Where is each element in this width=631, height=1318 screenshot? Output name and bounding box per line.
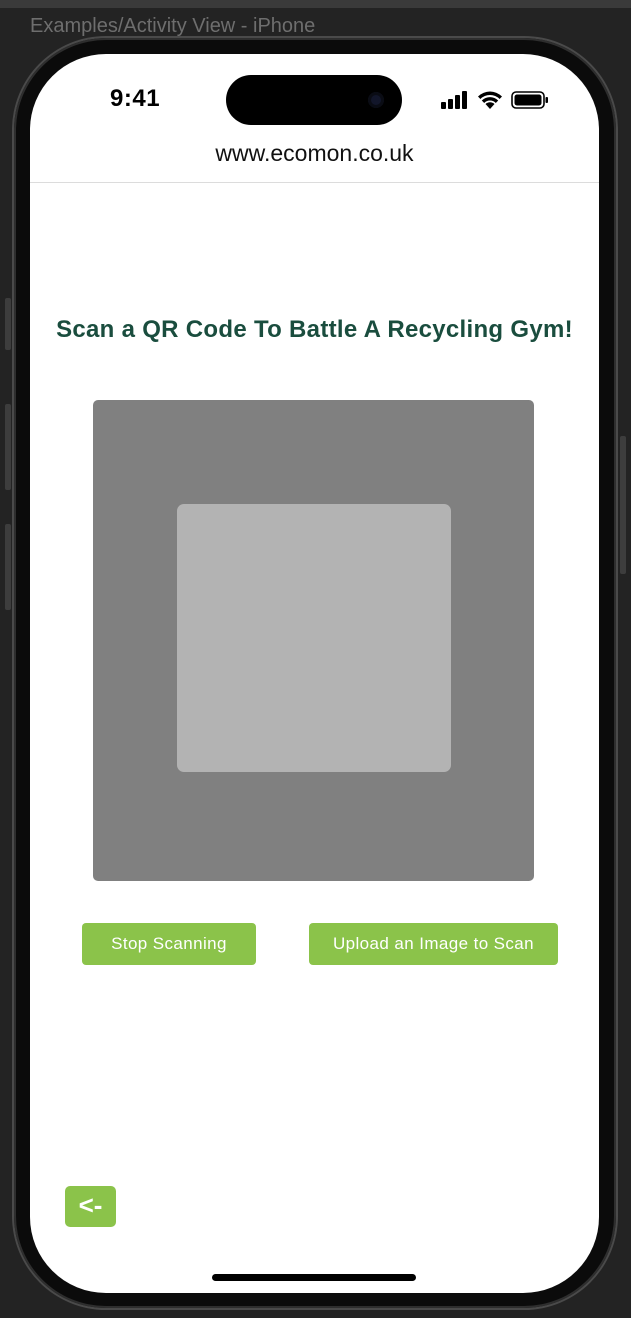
home-indicator[interactable] bbox=[212, 1274, 416, 1281]
wifi-icon bbox=[478, 91, 502, 109]
page-title: Scan a QR Code To Battle A Recycling Gym… bbox=[56, 316, 573, 343]
front-camera-icon bbox=[368, 92, 384, 108]
stop-scanning-button[interactable]: Stop Scanning bbox=[82, 923, 256, 965]
address-bar[interactable]: www.ecomon.co.uk bbox=[30, 136, 599, 183]
qr-scanner-viewport bbox=[93, 400, 534, 881]
window-title: Examples/Activity View - iPhone bbox=[30, 15, 316, 37]
battery-icon bbox=[511, 90, 548, 109]
status-icons bbox=[441, 90, 549, 109]
volume-down-button bbox=[5, 524, 11, 610]
power-button bbox=[620, 436, 626, 574]
action-button bbox=[5, 298, 11, 350]
status-bar: 9:41 bbox=[30, 54, 599, 144]
phone-screen: 9:41 www.ecomon.co.uk Scan a QR Code To … bbox=[30, 54, 599, 1293]
cellular-signal-icon bbox=[441, 90, 467, 109]
qr-scan-region bbox=[177, 504, 451, 772]
upload-image-button[interactable]: Upload an Image to Scan bbox=[309, 923, 558, 965]
back-button[interactable]: <- bbox=[65, 1186, 116, 1227]
status-time: 9:41 bbox=[110, 85, 161, 112]
url-text: www.ecomon.co.uk bbox=[215, 140, 414, 166]
window-top-edge bbox=[0, 0, 631, 8]
volume-up-button bbox=[5, 404, 11, 490]
dynamic-island bbox=[226, 75, 402, 125]
